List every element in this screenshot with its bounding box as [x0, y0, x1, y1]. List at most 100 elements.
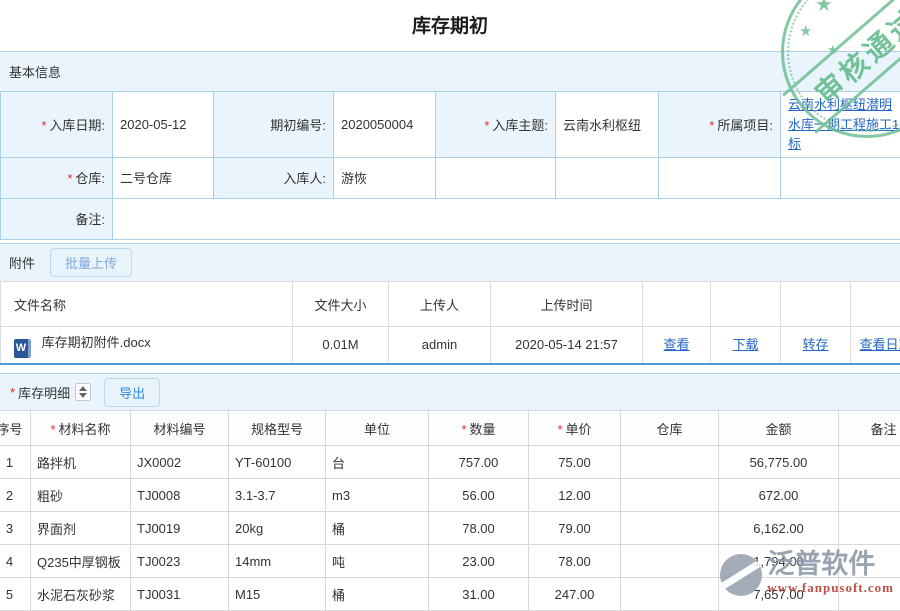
cell-index: 4 [0, 545, 31, 578]
field-label-remark: 备注: [1, 198, 113, 239]
download-link[interactable]: 下载 [732, 337, 758, 352]
file-name-cell: W 库存期初附件.docx [1, 327, 293, 364]
cell-material-code: TJ0023 [131, 545, 229, 578]
cell-unit-price: 75.00 [529, 446, 621, 479]
form-row: *仓库: 二号仓库 入库人: 游恢 [1, 157, 900, 198]
cell-material-code: JX0002 [131, 446, 229, 479]
required-mark: * [10, 385, 15, 400]
field-label-inbound-date: *入库日期: [1, 92, 113, 158]
cell-warehouse [621, 479, 719, 512]
cell-unit: 桶 [326, 578, 429, 611]
field-value-inbound-subject: 云南水利枢纽 [556, 92, 659, 158]
basic-info-section-title: 基本信息 [9, 62, 61, 81]
form-row: *入库日期: 2020-05-12 期初编号: 2020050004 *入库主题… [1, 92, 900, 158]
col-header-file-name: 文件名称 [1, 282, 293, 327]
cell-quantity: 78.00 [429, 512, 529, 545]
required-mark: * [557, 422, 562, 437]
cell-remark [839, 512, 900, 545]
detail-section-title: 库存明细 [18, 383, 70, 402]
table-row: 2 粗砂 TJ0008 3.1-3.7 m3 56.00 12.00 672.0… [0, 479, 900, 512]
cell-index: 5 [0, 578, 31, 611]
field-value-remark [113, 198, 900, 239]
field-label-inbound-subject: *入库主题: [436, 92, 556, 158]
sort-up-icon [79, 386, 87, 391]
col-header-unit: 单位 [326, 411, 429, 446]
file-uploader: admin [389, 327, 491, 364]
col-header-empty [781, 282, 851, 327]
sort-down-icon [79, 393, 87, 398]
col-header-warehouse: 仓库 [621, 411, 719, 446]
cell-unit-price: 12.00 [529, 479, 621, 512]
attachment-table-header: 文件名称 文件大小 上传人 上传时间 [1, 282, 900, 327]
cell-spec-model: YT-60100 [229, 446, 326, 479]
cell-material-code: TJ0031 [131, 578, 229, 611]
cell-index: 2 [0, 479, 31, 512]
cell-spec-model: 14mm [229, 545, 326, 578]
cell-unit: m3 [326, 479, 429, 512]
view-link[interactable]: 查看 [663, 337, 689, 352]
attachment-row: W 库存期初附件.docx 0.01M admin 2020-05-14 21:… [1, 327, 900, 364]
col-header-empty [711, 282, 781, 327]
field-value-opening-code: 2020050004 [334, 92, 436, 158]
field-label-opening-code: 期初编号: [214, 92, 334, 158]
fanpu-logo-icon [720, 554, 762, 596]
col-header-uploader: 上传人 [389, 282, 491, 327]
cell-amount: 6,162.00 [719, 512, 839, 545]
required-mark: * [50, 422, 55, 437]
cell-unit: 台 [326, 446, 429, 479]
table-row: 3 界面剂 TJ0019 20kg 桶 78.00 79.00 6,162.00 [0, 512, 900, 545]
cell-quantity: 757.00 [429, 446, 529, 479]
transfer-link[interactable]: 转存 [802, 337, 828, 352]
cell-unit-price: 247.00 [529, 578, 621, 611]
cell-amount: 56,775.00 [719, 446, 839, 479]
view-log-link[interactable]: 查看日志 [859, 337, 900, 352]
required-mark: * [709, 118, 714, 133]
col-header-material-code: 材料编号 [131, 411, 229, 446]
col-header-spec-model: 规格型号 [229, 411, 326, 446]
col-header-file-size: 文件大小 [293, 282, 389, 327]
cell-unit-price: 78.00 [529, 545, 621, 578]
required-mark: * [41, 118, 46, 133]
field-value-inbound-person: 游恢 [334, 157, 436, 198]
form-row: 备注: [1, 198, 900, 239]
cell-quantity: 23.00 [429, 545, 529, 578]
cell-material-code: TJ0019 [131, 512, 229, 545]
file-upload-time: 2020-05-14 21:57 [491, 327, 643, 364]
cell-material-name: 路拌机 [31, 446, 131, 479]
attachment-section-title: 附件 [9, 253, 35, 272]
sort-toggle-icon[interactable] [75, 383, 91, 401]
required-mark: * [484, 118, 489, 133]
col-header-amount: 金额 [719, 411, 839, 446]
cell-material-name: 界面剂 [31, 512, 131, 545]
cell-unit: 桶 [326, 512, 429, 545]
cell-material-name: 水泥石灰砂浆 [31, 578, 131, 611]
watermark-url: www.fanpusoft.com [767, 580, 894, 596]
required-mark: * [67, 171, 72, 186]
empty-cell [659, 157, 781, 198]
page-title: 库存期初 [0, 11, 900, 38]
cell-spec-model: M15 [229, 578, 326, 611]
word-file-icon: W [14, 339, 31, 358]
field-value-project: 云南水利枢纽潜明水库一期工程施工1标 [781, 92, 900, 158]
col-header-unit-price: *单价 [529, 411, 621, 446]
cell-material-code: TJ0008 [131, 479, 229, 512]
project-link[interactable]: 云南水利枢纽潜明水库一期工程施工1标 [788, 97, 899, 151]
batch-upload-button[interactable]: 批量上传 [50, 248, 132, 277]
cell-spec-model: 3.1-3.7 [229, 479, 326, 512]
empty-cell [781, 157, 900, 198]
cell-remark [839, 446, 900, 479]
field-label-inbound-person: 入库人: [214, 157, 334, 198]
col-header-empty [851, 282, 900, 327]
export-button[interactable]: 导出 [104, 378, 160, 407]
col-header-quantity: *数量 [429, 411, 529, 446]
detail-section-header: * 库存明细 导出 [0, 373, 900, 410]
cell-index: 3 [0, 512, 31, 545]
cell-quantity: 56.00 [429, 479, 529, 512]
file-name: 库存期初附件.docx [42, 335, 151, 350]
file-size: 0.01M [293, 327, 389, 364]
col-header-upload-time: 上传时间 [491, 282, 643, 327]
field-value-inbound-date: 2020-05-12 [113, 92, 214, 158]
col-header-material-name: *材料名称 [31, 411, 131, 446]
required-mark: * [461, 422, 466, 437]
col-header-remark: 备注 [839, 411, 900, 446]
